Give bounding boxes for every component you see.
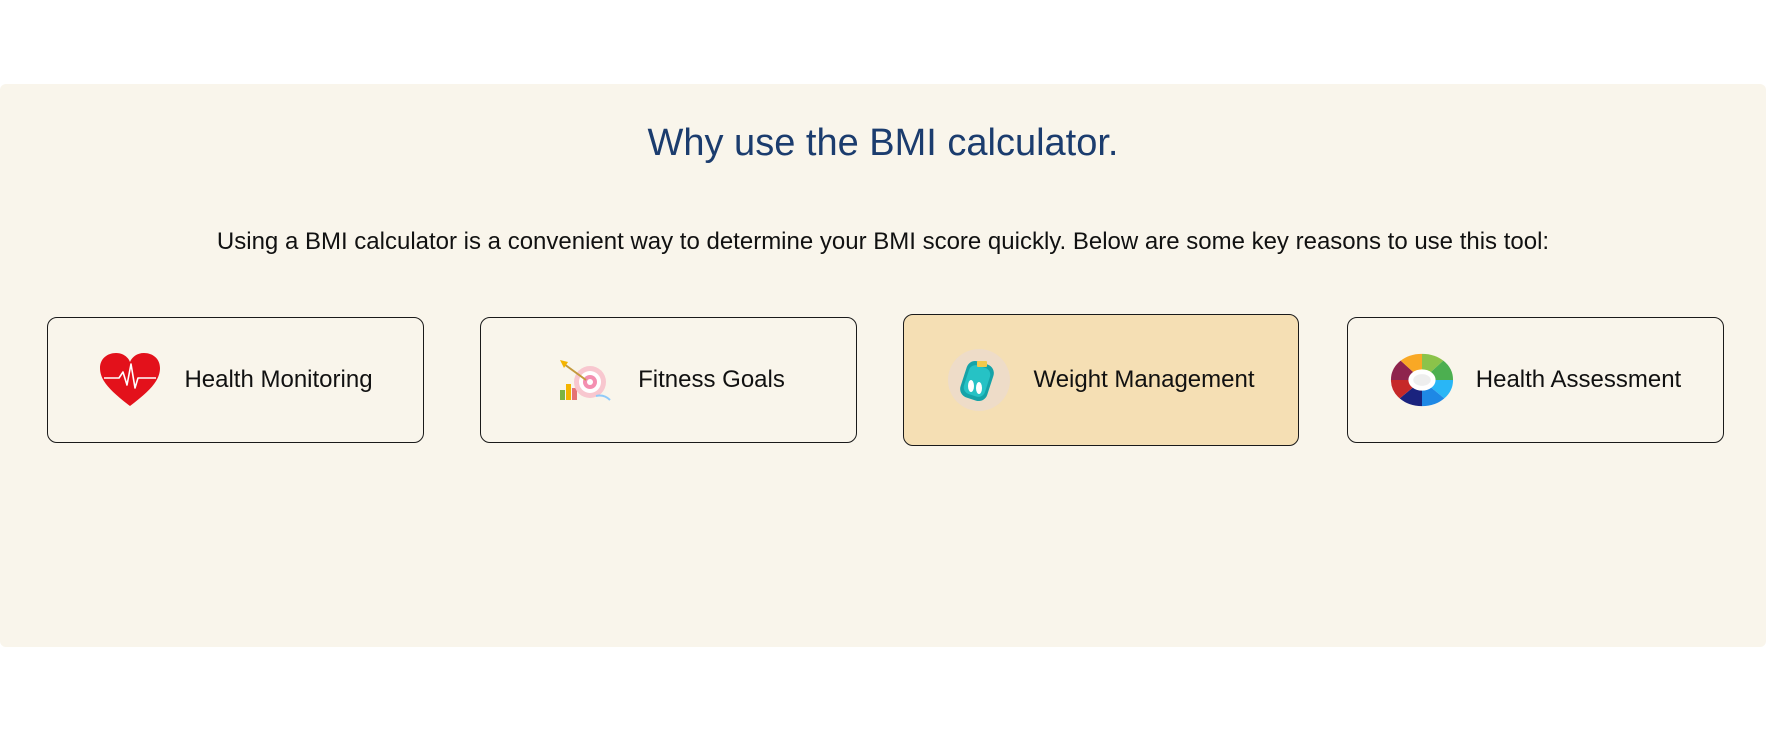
reason-card-health-assessment[interactable]: Health Assessment	[1347, 317, 1724, 443]
scale-icon	[947, 348, 1011, 412]
reason-card-health-monitoring[interactable]: Health Monitoring	[47, 317, 424, 443]
section-intro: Using a BMI calculator is a convenient w…	[216, 228, 1550, 255]
reason-label: Health Monitoring	[184, 366, 373, 393]
wheel-icon	[1390, 348, 1454, 412]
reason-label: Health Assessment	[1475, 366, 1682, 393]
target-icon	[552, 348, 616, 412]
heart-icon	[98, 348, 162, 412]
reason-card-weight-management[interactable]: Weight Management	[903, 314, 1299, 446]
section-heading: Why use the BMI calculator.	[647, 122, 1119, 164]
reason-card-fitness-goals[interactable]: Fitness Goals	[480, 317, 857, 443]
reason-label: Weight Management	[1033, 366, 1255, 393]
reason-label: Fitness Goals	[638, 366, 785, 393]
